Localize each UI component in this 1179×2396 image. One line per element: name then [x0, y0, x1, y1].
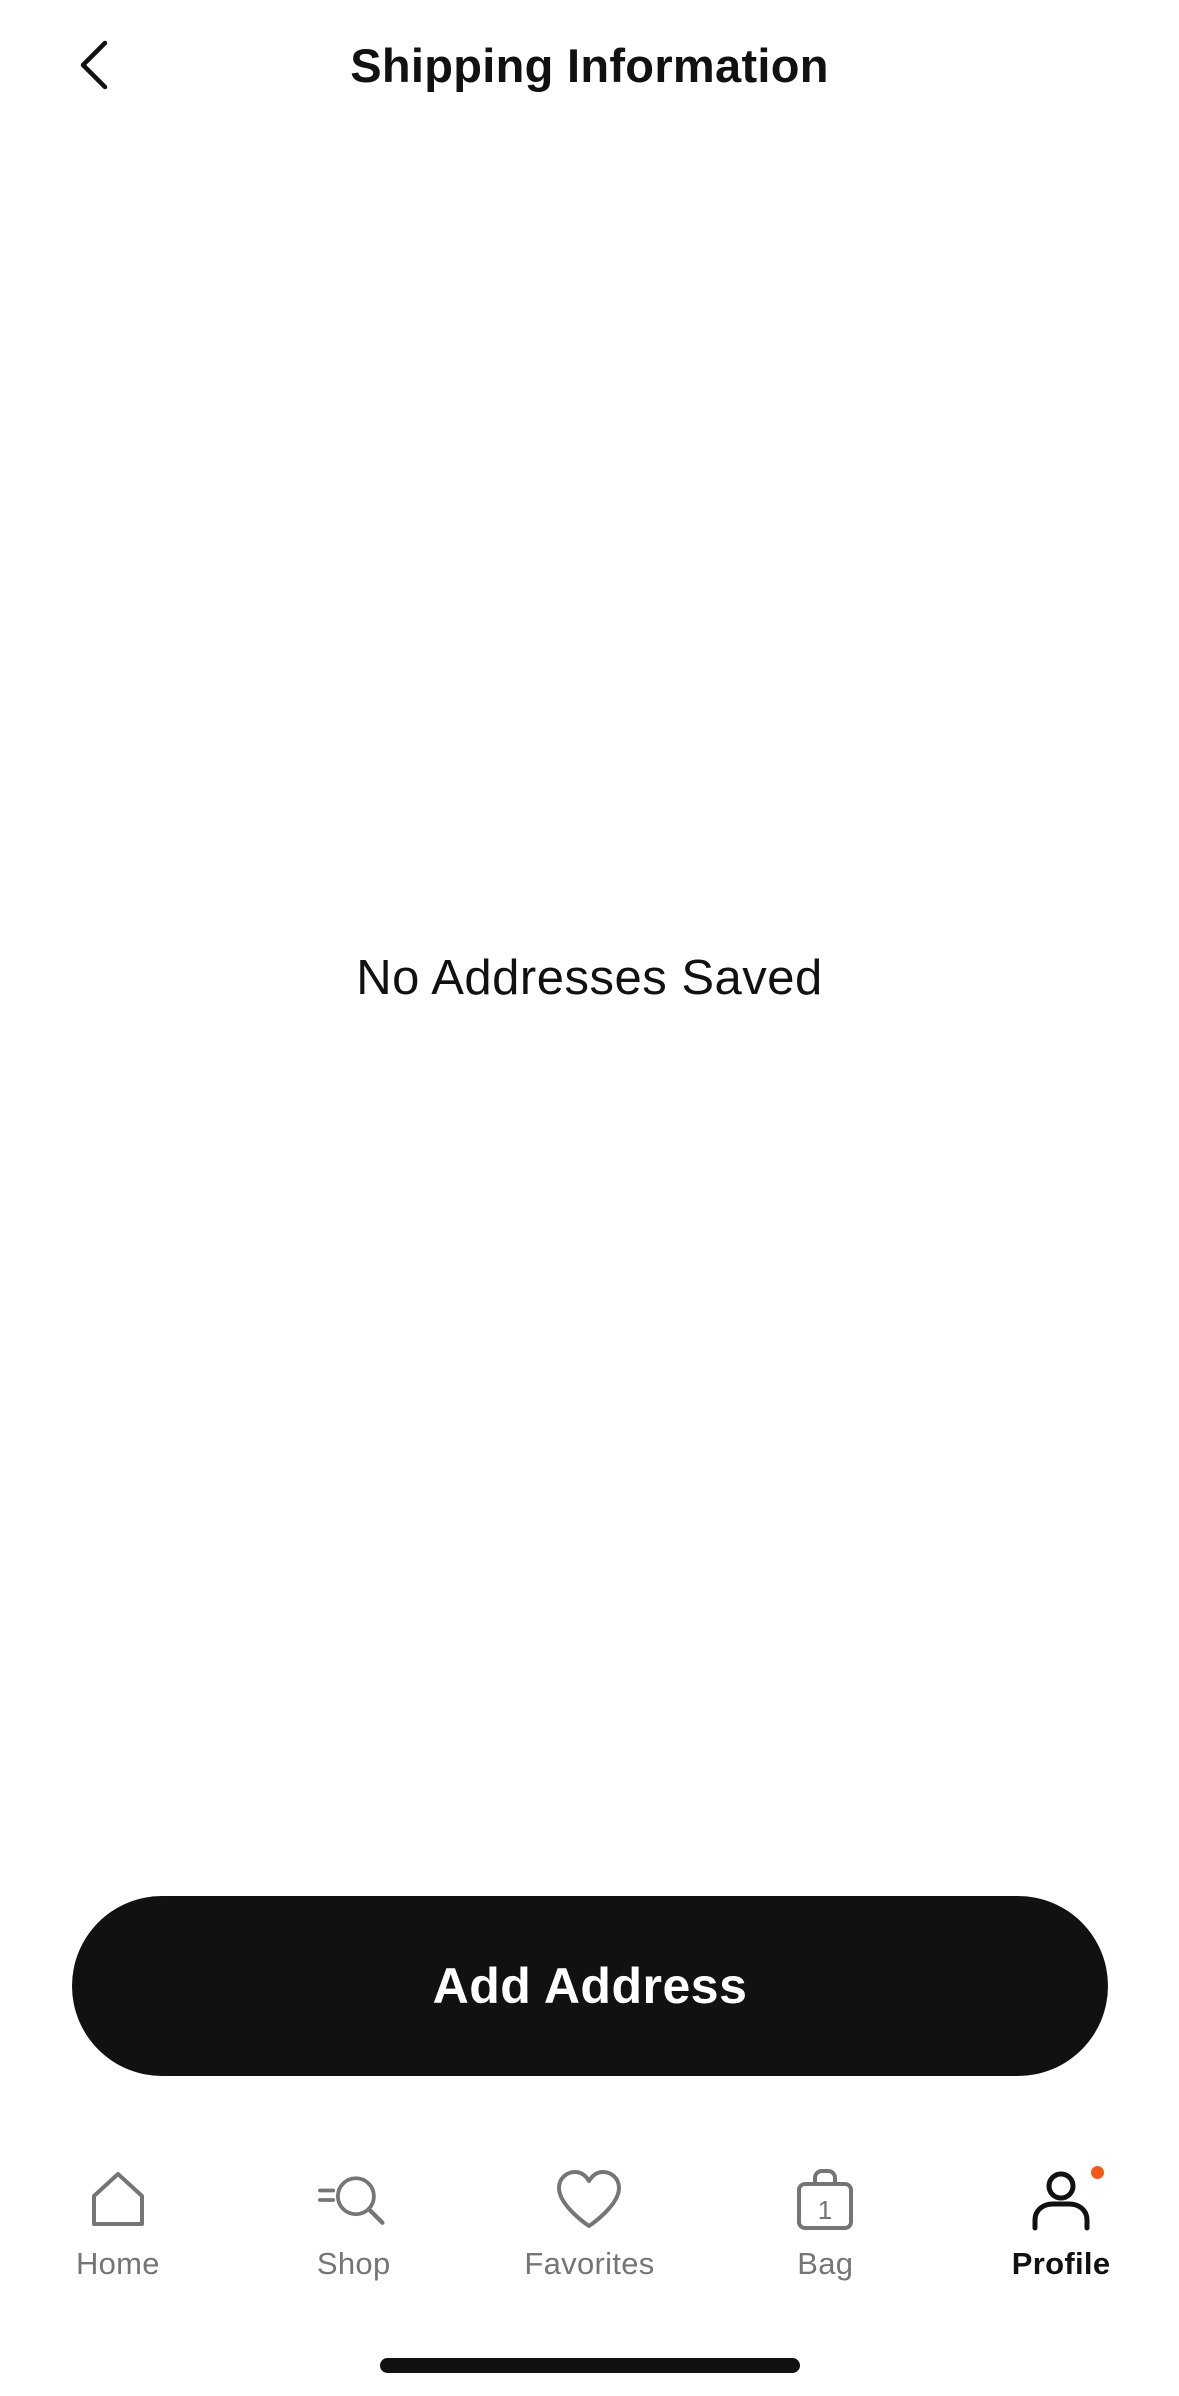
tab-shop[interactable]: Shop: [236, 2150, 472, 2300]
tab-home[interactable]: Home: [0, 2150, 236, 2300]
heart-icon: [553, 2164, 625, 2236]
notification-dot: [1091, 2166, 1105, 2179]
home-indicator[interactable]: [380, 2358, 800, 2373]
tab-favorites[interactable]: Favorites: [472, 2150, 708, 2300]
bag-icon: 1: [789, 2164, 861, 2236]
tab-bag-label: Bag: [797, 2246, 854, 2281]
tab-bar: Home Shop Favorites 1 Bag Profile: [0, 2150, 1179, 2300]
tab-favorites-label: Favorites: [524, 2246, 655, 2281]
tab-home-label: Home: [75, 2246, 160, 2281]
tab-bag[interactable]: 1 Bag: [707, 2150, 943, 2300]
tab-profile[interactable]: Profile: [943, 2150, 1179, 2300]
shipping-information-screen: Shipping Information No Addresses Saved …: [0, 0, 1179, 2396]
empty-state-message: No Addresses Saved: [356, 951, 823, 1005]
add-address-button[interactable]: Add Address: [72, 1896, 1108, 2076]
tab-shop-label: Shop: [316, 2246, 391, 2281]
page-title: Shipping Information: [350, 39, 829, 92]
bag-count: 1: [818, 2195, 832, 2225]
home-icon: [82, 2164, 154, 2236]
tab-profile-label: Profile: [1011, 2246, 1111, 2281]
shop-search-icon: [317, 2164, 390, 2236]
header: Shipping Information: [0, 0, 1179, 140]
profile-icon: [1025, 2164, 1097, 2236]
